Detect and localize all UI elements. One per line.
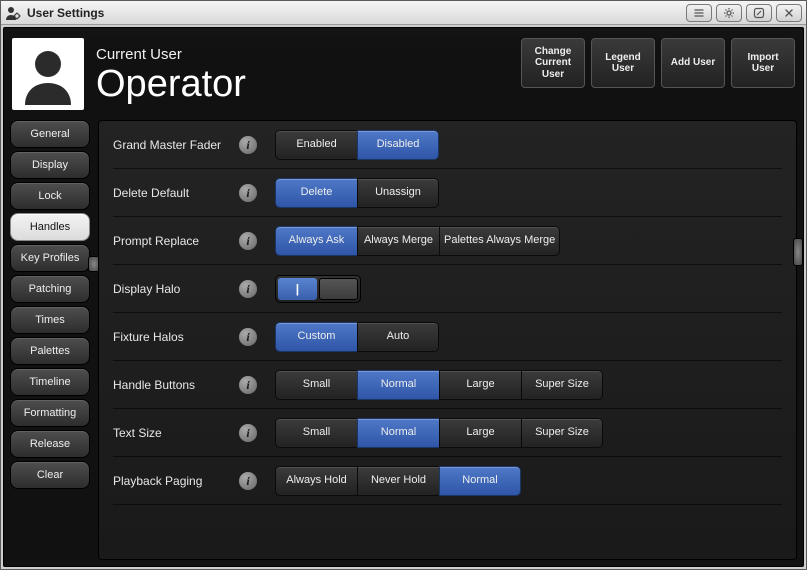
setting-row-playback-paging: Playback Paging i Always HoldNever HoldNor…	[113, 457, 782, 505]
setting-controls: DeleteUnassign	[275, 178, 439, 208]
option-normal[interactable]: Normal	[439, 466, 521, 496]
setting-row-grand-master-fader: Grand Master Fader i EnabledDisabled	[113, 121, 782, 169]
sidebar-tab-handles[interactable]: Handles	[10, 213, 90, 241]
current-user-name: Operator	[96, 65, 246, 103]
setting-label: Text Size	[113, 426, 231, 440]
sidebar-tab-release[interactable]: Release	[10, 430, 90, 458]
change-current-user-button[interactable]: Change Current User	[521, 38, 585, 88]
toggle-display-halo[interactable]: |	[275, 275, 361, 303]
avatar	[12, 38, 84, 110]
setting-row-prompt-replace: Prompt Replace i Always AskAlways MergePal…	[113, 217, 782, 265]
setting-controls: SmallNormalLargeSuper Size	[275, 418, 603, 448]
toggle-on-indicator: |	[278, 278, 317, 300]
setting-controls: CustomAuto	[275, 322, 439, 352]
option-unassign[interactable]: Unassign	[357, 178, 439, 208]
option-small[interactable]: Small	[275, 370, 357, 400]
setting-controls: Always HoldNever HoldNormal	[275, 466, 521, 496]
sidebar-tab-patching[interactable]: Patching	[10, 275, 90, 303]
menu-button[interactable]	[686, 4, 712, 22]
option-normal[interactable]: Normal	[357, 418, 439, 448]
close-button[interactable]	[776, 4, 802, 22]
option-super-size[interactable]: Super Size	[521, 370, 603, 400]
sidebar-tab-clear[interactable]: Clear	[10, 461, 90, 489]
option-always-merge[interactable]: Always Merge	[357, 226, 439, 256]
header-actions: Change Current User Legend User Add User…	[521, 38, 795, 88]
setting-row-fixture-halos: Fixture Halos i CustomAuto	[113, 313, 782, 361]
option-auto[interactable]: Auto	[357, 322, 439, 352]
sidebar: General Display Lock Handles Key Profiles Pat…	[4, 116, 94, 566]
option-palettes-always-merge[interactable]: Palettes Always Merge	[439, 226, 560, 256]
app-window: User Settings	[0, 0, 807, 570]
settings-button[interactable]	[716, 4, 742, 22]
setting-controls: EnabledDisabled	[275, 130, 439, 160]
option-enabled[interactable]: Enabled	[275, 130, 357, 160]
user-settings-icon	[5, 5, 21, 21]
legend-user-button[interactable]: Legend User	[591, 38, 655, 88]
setting-label: Grand Master Fader	[113, 138, 231, 152]
option-disabled[interactable]: Disabled	[357, 130, 439, 160]
settings-scroll[interactable]: Grand Master FaderiEnabledDisabledDelete…	[99, 121, 796, 559]
panel-scroll-knob[interactable]	[793, 238, 803, 266]
sidebar-tab-display[interactable]: Display	[10, 151, 90, 179]
sidebar-tab-timeline[interactable]: Timeline	[10, 368, 90, 396]
setting-row-delete-default: Delete Default i DeleteUnassign	[113, 169, 782, 217]
import-user-button[interactable]: Import User	[731, 38, 795, 88]
sidebar-tab-keyprofiles[interactable]: Key Profiles	[10, 244, 90, 272]
setting-label: Display Halo	[113, 282, 231, 296]
option-normal[interactable]: Normal	[357, 370, 439, 400]
option-large[interactable]: Large	[439, 370, 521, 400]
resize-button[interactable]	[746, 4, 772, 22]
add-user-button[interactable]: Add User	[661, 38, 725, 88]
option-custom[interactable]: Custom	[275, 322, 357, 352]
setting-controls: SmallNormalLargeSuper Size	[275, 370, 603, 400]
option-always-hold[interactable]: Always Hold	[275, 466, 357, 496]
toggle-off-indicator	[319, 278, 358, 300]
option-never-hold[interactable]: Never Hold	[357, 466, 439, 496]
setting-row-display-halo: Display Halo i |	[113, 265, 782, 313]
settings-panel: Grand Master FaderiEnabledDisabledDelete…	[98, 120, 797, 560]
setting-controls: Always AskAlways MergePalettes Always Me…	[275, 226, 560, 256]
info-icon[interactable]: i	[239, 472, 257, 490]
option-delete[interactable]: Delete	[275, 178, 357, 208]
info-icon[interactable]: i	[239, 232, 257, 250]
setting-row-handle-buttons: Handle Buttons i SmallNormalLargeSuper Siz…	[113, 361, 782, 409]
option-large[interactable]: Large	[439, 418, 521, 448]
header: Current User Operator Change Current Use…	[4, 28, 803, 116]
info-icon[interactable]: i	[239, 424, 257, 442]
info-icon[interactable]: i	[239, 376, 257, 394]
option-always-ask[interactable]: Always Ask	[275, 226, 357, 256]
sidebar-tab-formatting[interactable]: Formatting	[10, 399, 90, 427]
sidebar-tab-palettes[interactable]: Palettes	[10, 337, 90, 365]
info-icon[interactable]: i	[239, 184, 257, 202]
setting-label: Prompt Replace	[113, 234, 231, 248]
setting-label: Handle Buttons	[113, 378, 231, 392]
setting-row-text-size: Text Size i SmallNormalLargeSuper Size	[113, 409, 782, 457]
option-super-size[interactable]: Super Size	[521, 418, 603, 448]
sidebar-tab-lock[interactable]: Lock	[10, 182, 90, 210]
info-icon[interactable]: i	[239, 328, 257, 346]
setting-label: Playback Paging	[113, 474, 231, 488]
client-area: Current User Operator Change Current Use…	[3, 27, 804, 567]
info-icon[interactable]: i	[239, 136, 257, 154]
setting-controls: |	[275, 275, 361, 303]
setting-label: Delete Default	[113, 186, 231, 200]
current-user-label: Current User	[96, 46, 246, 63]
setting-label: Fixture Halos	[113, 330, 231, 344]
sidebar-tab-general[interactable]: General	[10, 120, 90, 148]
sidebar-tab-times[interactable]: Times	[10, 306, 90, 334]
titlebar: User Settings	[1, 1, 806, 25]
window-title: User Settings	[27, 6, 104, 20]
option-small[interactable]: Small	[275, 418, 357, 448]
info-icon[interactable]: i	[239, 280, 257, 298]
